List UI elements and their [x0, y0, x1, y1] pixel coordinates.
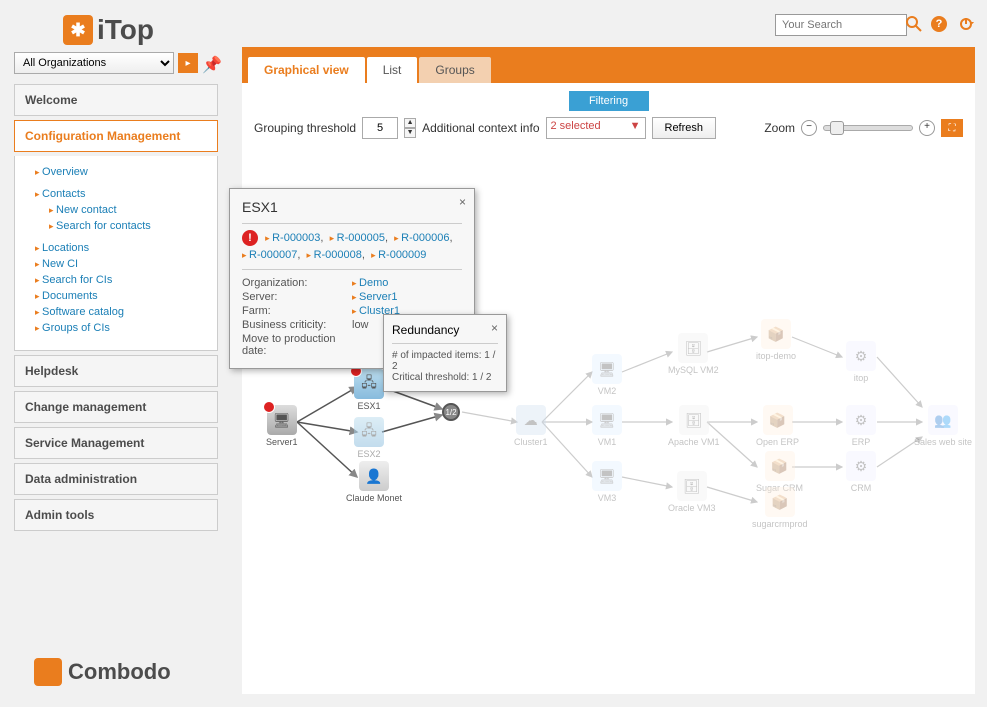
node-esx1[interactable]: 🖧 ESX1 [354, 369, 384, 411]
node-sugarcrmprod[interactable]: 📦sugarcrmprod [752, 487, 808, 529]
context-select[interactable]: 2 selected ▼ [546, 117, 646, 139]
alert-icon: ! [242, 230, 258, 246]
node-esx2[interactable]: 🖧 ESX2 [354, 417, 384, 459]
submenu-searchcontacts[interactable]: Search for contacts [35, 218, 217, 234]
power-icon[interactable] [959, 16, 975, 32]
node-apachevm1[interactable]: 🗄Apache VM1 [668, 405, 720, 447]
zoom-in-button[interactable]: + [919, 120, 935, 136]
submenu-softcatalog[interactable]: Software catalog [35, 304, 217, 320]
grouping-input[interactable] [362, 117, 398, 139]
tab-graphical[interactable]: Graphical view [248, 57, 365, 83]
context-label: Additional context info [422, 121, 539, 135]
node-salesweb[interactable]: 👥Sales web site [914, 405, 972, 447]
node-redundancy[interactable]: 1/2 [442, 403, 460, 421]
logo-text: iTop [97, 14, 154, 46]
submenu-config: Overview Contacts New contact Search for… [14, 156, 218, 351]
node-crm[interactable]: ⚙CRM [846, 451, 876, 493]
submenu-locations[interactable]: Locations [35, 240, 217, 256]
logo: ✱ iTop [63, 14, 154, 46]
submenu-newci[interactable]: New CI [35, 256, 217, 272]
menu-config-management[interactable]: Configuration Management [14, 120, 218, 152]
zoom-label: Zoom [764, 121, 795, 135]
fullscreen-button[interactable]: ⛶ [941, 119, 963, 137]
popup-esx1-tickets: ! R-000003, R-000005, R-000006, R-000007… [242, 230, 462, 263]
grouping-stepper[interactable]: ▲▼ [404, 118, 416, 138]
node-oraclevm3[interactable]: 🗄Oracle VM3 [668, 471, 716, 513]
node-mysqlvm2[interactable]: 🗄MySQL VM2 [668, 333, 719, 375]
menu-welcome[interactable]: Welcome [14, 84, 218, 116]
node-cluster1[interactable]: ☁Cluster1 [514, 405, 548, 447]
search-icon[interactable] [906, 16, 922, 32]
submenu-overview[interactable]: Overview [35, 164, 217, 180]
node-erp[interactable]: ⚙ERP [846, 405, 876, 447]
org-filter-button[interactable]: ▸ [178, 53, 198, 73]
popup-esx1-close[interactable]: × [459, 195, 466, 209]
menu-service[interactable]: Service Management [14, 427, 218, 459]
submenu-searchcis[interactable]: Search for CIs [35, 272, 217, 288]
tab-list[interactable]: List [367, 57, 418, 83]
filtering-tab[interactable]: Filtering [569, 91, 649, 111]
refresh-button[interactable]: Refresh [652, 117, 717, 139]
submenu-newcontact[interactable]: New contact [35, 202, 217, 218]
popup-redundancy-title: Redundancy [392, 323, 498, 337]
pin-icon[interactable]: 📌 [202, 55, 218, 71]
search-input[interactable] [775, 14, 907, 36]
popup-redundancy: Redundancy × # of impacted items: 1 / 2 … [383, 314, 507, 392]
help-icon[interactable]: ? [931, 16, 947, 32]
node-vm3[interactable]: 🖥VM3 [592, 461, 622, 503]
submenu-contacts[interactable]: Contacts [35, 186, 217, 202]
footer-logo-icon [34, 658, 62, 686]
grouping-label: Grouping threshold [254, 121, 356, 135]
footer-logo: Combodo [34, 658, 171, 686]
node-itop[interactable]: ⚙itop [846, 341, 876, 383]
redundancy-threshold: Critical threshold: 1 / 2 [392, 372, 498, 383]
menu-dataadmin[interactable]: Data administration [14, 463, 218, 495]
node-itopdemo[interactable]: 📦itop-demo [756, 319, 796, 361]
zoom-out-button[interactable]: − [801, 120, 817, 136]
popup-redundancy-close[interactable]: × [491, 321, 498, 335]
zoom-slider[interactable] [823, 125, 913, 131]
redundancy-impacted: # of impacted items: 1 / 2 [392, 350, 498, 372]
node-vm1[interactable]: 🖥VM1 [592, 405, 622, 447]
menu-change[interactable]: Change management [14, 391, 218, 423]
node-server1[interactable]: 🖥 Server1 [266, 405, 298, 447]
node-openerp[interactable]: 📦Open ERP [756, 405, 799, 447]
submenu-documents[interactable]: Documents [35, 288, 217, 304]
logo-icon: ✱ [63, 15, 93, 45]
node-claude-monet[interactable]: 👤 Claude Monet [346, 461, 402, 503]
footer-logo-text: Combodo [68, 659, 171, 685]
node-vm2[interactable]: 🖥VM2 [592, 354, 622, 396]
submenu-groupscis[interactable]: Groups of CIs [35, 320, 217, 336]
tab-groups[interactable]: Groups [419, 57, 490, 83]
popup-esx1-title: ESX1 [242, 199, 462, 215]
menu-helpdesk[interactable]: Helpdesk [14, 355, 218, 387]
menu-admintools[interactable]: Admin tools [14, 499, 218, 531]
org-dropdown[interactable]: All Organizations [14, 52, 174, 74]
